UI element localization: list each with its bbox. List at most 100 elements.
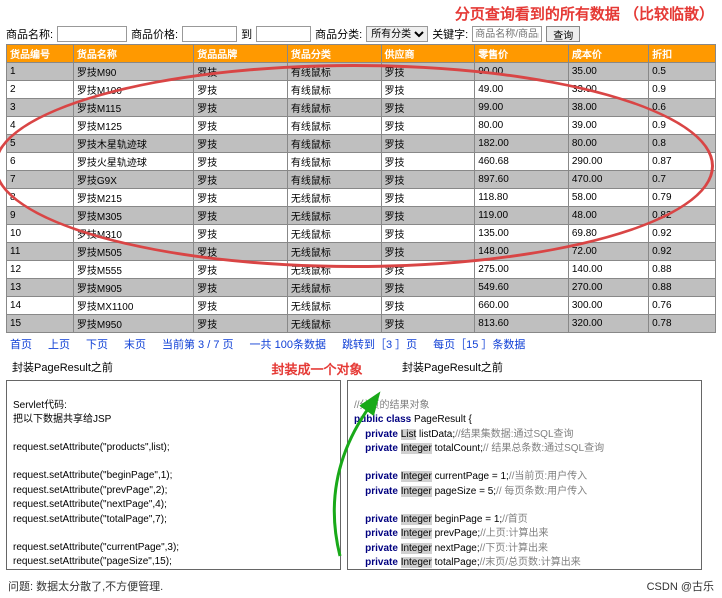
cell: 80.00 [568,135,648,153]
cell: 罗技 [194,315,288,333]
price-to-input[interactable] [256,26,311,42]
cell: 1 [7,63,74,81]
cell: 49.00 [475,81,569,99]
table-row[interactable]: 1罗技M90罗技有线鼠标罗技90.0035.000.5 [7,63,716,81]
cell: 0.92 [649,243,716,261]
cell: 0.9 [649,81,716,99]
cell: 275.00 [475,261,569,279]
pageresult-code-box: //分页的结果对象 public class PageResult { priv… [347,380,702,570]
table-row[interactable]: 9罗技M305罗技无线鼠标罗技119.0048.000.82 [7,207,716,225]
col-header: 供应商 [381,45,475,63]
cell: 140.00 [568,261,648,279]
table-row[interactable]: 15罗技M950罗技无线鼠标罗技813.60320.000.78 [7,315,716,333]
cell: 罗技 [194,63,288,81]
to-label: 到 [241,26,252,42]
table-row[interactable]: 2罗技M100罗技有线鼠标罗技49.0033.000.9 [7,81,716,99]
cell: 罗技 [381,207,475,225]
cell: 9 [7,207,74,225]
cell: 罗技M905 [73,279,193,297]
name-label: 商品名称: [6,26,53,42]
cell: 罗技M100 [73,81,193,99]
cell: 罗技 [381,261,475,279]
price-from-input[interactable] [182,26,237,42]
cell: 罗技M505 [73,243,193,261]
key-label: 关键字: [432,26,468,42]
table-row[interactable]: 3罗技M115罗技有线鼠标罗技99.0038.000.6 [7,99,716,117]
table-row[interactable]: 14罗技MX1100罗技无线鼠标罗技660.00300.000.76 [7,297,716,315]
cell: 罗技M305 [73,207,193,225]
product-table: 货品编号货品名称货品品牌货品分类供应商零售价成本价折扣 1罗技M90罗技有线鼠标… [6,44,716,333]
cell: 罗技 [381,171,475,189]
cell: 0.8 [649,135,716,153]
cell: 38.00 [568,99,648,117]
cell: 无线鼠标 [287,243,381,261]
cell: 罗技 [381,225,475,243]
cell: 罗技M215 [73,189,193,207]
cell: 118.80 [475,189,569,207]
table-row[interactable]: 4罗技M125罗技有线鼠标罗技80.0039.000.9 [7,117,716,135]
label-mid: 封装成一个对象 [232,359,402,378]
table-row[interactable]: 8罗技M215罗技无线鼠标罗技118.8058.000.79 [7,189,716,207]
search-button[interactable]: 查询 [546,26,580,42]
cell: 15 [7,315,74,333]
cell: 罗技 [381,63,475,81]
pager-last[interactable]: 末页 [124,336,146,352]
table-row[interactable]: 5罗技木星轨迹球罗技有线鼠标罗技182.0080.000.8 [7,135,716,153]
name-input[interactable] [57,26,127,42]
cell: 0.87 [649,153,716,171]
cell: 0.88 [649,261,716,279]
cell: 69.80 [568,225,648,243]
cell: 48.00 [568,207,648,225]
cell: 无线鼠标 [287,261,381,279]
table-row[interactable]: 7罗技G9X罗技有线鼠标罗技897.60470.000.7 [7,171,716,189]
cell: 470.00 [568,171,648,189]
cell: 无线鼠标 [287,225,381,243]
cell: 罗技 [381,279,475,297]
cell: 0.9 [649,117,716,135]
cell: 罗技 [381,135,475,153]
keyword-input[interactable] [472,26,542,42]
cell: 有线鼠标 [287,171,381,189]
table-row[interactable]: 6罗技火星轨迹球罗技有线鼠标罗技460.68290.000.87 [7,153,716,171]
cell: 6 [7,153,74,171]
cell: 10 [7,225,74,243]
cell: 90.00 [475,63,569,81]
table-row[interactable]: 12罗技M555罗技无线鼠标罗技275.00140.000.88 [7,261,716,279]
pager-jump[interactable]: 跳转到［3 ］页 [342,336,417,352]
table-row[interactable]: 13罗技M905罗技无线鼠标罗技549.60270.000.88 [7,279,716,297]
col-header: 折扣 [649,45,716,63]
cell: 无线鼠标 [287,207,381,225]
cell: 460.68 [475,153,569,171]
cell: 罗技 [194,207,288,225]
cell: 0.92 [649,225,716,243]
cell: 897.60 [475,171,569,189]
cell: 12 [7,261,74,279]
table-row[interactable]: 11罗技M505罗技无线鼠标罗技148.0072.000.92 [7,243,716,261]
pager-next[interactable]: 下页 [86,336,108,352]
cell: 无线鼠标 [287,315,381,333]
pager-prev[interactable]: 上页 [48,336,70,352]
cell: 2 [7,81,74,99]
table-row[interactable]: 10罗技M310罗技无线鼠标罗技135.0069.800.92 [7,225,716,243]
category-select[interactable]: 所有分类 [366,26,428,42]
cell: 119.00 [475,207,569,225]
cell: 0.5 [649,63,716,81]
cell: 135.00 [475,225,569,243]
pager-total: 一共 100条数据 [250,336,326,352]
pager-first[interactable]: 首页 [10,336,32,352]
cell: 罗技 [194,261,288,279]
cell: 有线鼠标 [287,81,381,99]
cell: 有线鼠标 [287,135,381,153]
cell: 300.00 [568,297,648,315]
cell: 0.7 [649,171,716,189]
cell: 549.60 [475,279,569,297]
cell: 有线鼠标 [287,63,381,81]
col-header: 成本价 [568,45,648,63]
cell: 罗技 [194,99,288,117]
cell: 无线鼠标 [287,189,381,207]
cell: 罗技M125 [73,117,193,135]
cell: 290.00 [568,153,648,171]
cell: 0.78 [649,315,716,333]
cell: 罗技 [194,297,288,315]
pager-pagesize[interactable]: 每页［15 ］条数据 [433,336,525,352]
